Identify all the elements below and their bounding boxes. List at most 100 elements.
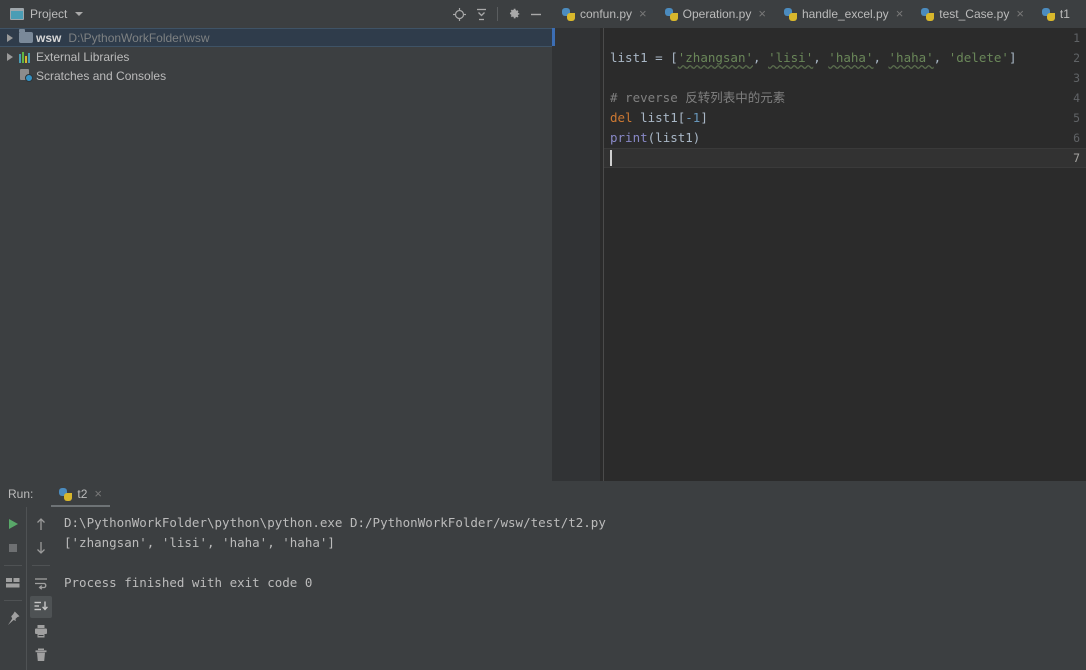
editor-tab-label: confun.py	[580, 7, 633, 21]
down-arrow-button[interactable]	[30, 537, 52, 559]
line-number: 3	[1073, 71, 1080, 85]
gear-icon[interactable]	[504, 4, 524, 24]
token-string: 'haha'	[828, 50, 874, 65]
tree-node-path: D:\PythonWorkFolder\wsw	[68, 30, 210, 45]
project-window-icon	[10, 8, 24, 20]
close-icon[interactable]: ×	[896, 7, 904, 20]
stop-button[interactable]	[2, 537, 24, 559]
project-tool-window: Project wsw D:\PythonWorkFolder\wsw Exte…	[0, 0, 552, 481]
chevron-down-icon[interactable]	[75, 12, 84, 16]
python-file-icon	[664, 7, 678, 21]
run-label: Run:	[8, 487, 34, 501]
toolbar-separator	[497, 7, 498, 21]
project-tree: wsw D:\PythonWorkFolder\wsw External Lib…	[0, 28, 552, 85]
close-icon[interactable]: ×	[758, 7, 766, 20]
token-string: 'zhangsan'	[677, 50, 754, 65]
run-tab-t2[interactable]: t2 ×	[51, 481, 110, 507]
token-comma: ,	[873, 50, 889, 65]
library-icon	[19, 51, 33, 63]
tree-node-external-libraries[interactable]: External Libraries	[0, 47, 552, 66]
text-caret	[610, 150, 612, 166]
close-icon[interactable]: ×	[1016, 7, 1024, 20]
token-bracket: ]	[700, 110, 708, 125]
tree-node-scratches-and-consoles[interactable]: Scratches and Consoles	[0, 66, 552, 85]
code-line-2: list1 = ['zhangsan', 'lisi', 'haha', 'ha…	[610, 48, 1016, 68]
token-string: 'lisi'	[768, 50, 814, 65]
pycharm-window: Project wsw D:\PythonWorkFolder\wsw Exte…	[0, 0, 1086, 670]
token-number: -1	[685, 110, 701, 125]
code-line-5: del list1[-1]	[610, 108, 708, 128]
minimize-icon[interactable]	[526, 4, 546, 24]
console-line: D:\PythonWorkFolder\python\python.exe D:…	[64, 515, 606, 530]
expand-arrow-icon[interactable]	[4, 51, 16, 63]
token-arguments: (list1)	[647, 130, 701, 145]
console-line: ['zhangsan', 'lisi', 'haha', 'haha']	[64, 535, 335, 550]
token-keyword: del	[610, 110, 633, 125]
python-file-icon	[783, 7, 797, 21]
tree-node-label: Scratches and Consoles	[36, 68, 167, 83]
restore-layout-button[interactable]	[2, 572, 24, 594]
run-tab-label: t2	[77, 487, 88, 501]
editor-tab-label: test_Case.py	[939, 7, 1010, 21]
pin-tab-button[interactable]	[2, 607, 24, 629]
toolbar-separator	[32, 565, 50, 566]
tree-node-label: External Libraries	[36, 49, 130, 64]
python-file-icon	[1041, 7, 1055, 21]
code-editor[interactable]: 1 2 3 4 5 6 7 list1 = ['zhangsan', 'lisi…	[552, 28, 1086, 481]
up-arrow-button[interactable]	[30, 513, 52, 535]
console-line: Process finished with exit code 0	[64, 575, 313, 590]
close-icon[interactable]: ×	[639, 7, 647, 20]
project-pane-header: Project	[0, 0, 552, 28]
tree-node-wsw[interactable]: wsw D:\PythonWorkFolder\wsw	[0, 28, 552, 47]
scratches-icon	[19, 69, 33, 82]
expand-arrow-placeholder	[4, 70, 16, 82]
editor-tab-label: t1	[1059, 7, 1070, 21]
token-string: 'delete'	[948, 50, 1009, 65]
soft-wrap-button[interactable]	[30, 572, 52, 594]
editor-tab-handle-excel[interactable]: handle_excel.py ×	[774, 0, 911, 28]
editor-tab-test-case[interactable]: test_Case.py ×	[911, 0, 1032, 28]
python-file-icon	[921, 7, 935, 21]
run-toolbar-secondary	[27, 507, 55, 670]
editor-tab-bar: confun.py × Operation.py × handle_excel.…	[552, 0, 1086, 28]
current-line-highlight	[604, 148, 1086, 168]
editor-tab-confun[interactable]: confun.py ×	[552, 0, 655, 28]
expand-arrow-icon[interactable]	[4, 32, 16, 44]
editor-tab-operation[interactable]: Operation.py ×	[655, 0, 774, 28]
clear-all-button[interactable]	[30, 644, 52, 666]
rerun-button[interactable]	[2, 513, 24, 535]
locate-icon[interactable]	[449, 4, 469, 24]
token-comma: ,	[933, 50, 949, 65]
token-bracket: ]	[1008, 50, 1017, 65]
run-body: D:\PythonWorkFolder\python\python.exe D:…	[0, 507, 1086, 670]
token-variable: list1[	[632, 110, 686, 125]
toolbar-separator	[4, 565, 22, 566]
project-pane-actions	[449, 0, 546, 28]
token-comma: ,	[813, 50, 829, 65]
python-file-icon	[562, 7, 575, 21]
token-comment: # reverse 反转列表中的元素	[610, 90, 786, 105]
print-button[interactable]	[30, 620, 52, 642]
editor-area: confun.py × Operation.py × handle_excel.…	[552, 0, 1086, 481]
token-comma: ,	[753, 50, 769, 65]
editor-tab-label: Operation.py	[682, 7, 752, 21]
code-line-6: print(list1)	[610, 128, 700, 148]
line-number-gutter[interactable]	[552, 28, 600, 481]
project-title-button[interactable]: Project	[6, 5, 87, 23]
line-number: 6	[1073, 131, 1080, 145]
tree-node-label: wsw	[36, 30, 62, 45]
token-operator: = [	[647, 50, 678, 65]
editor-tab-t1[interactable]: t1	[1032, 0, 1078, 28]
line-number-active: 7	[1073, 151, 1080, 165]
collapse-all-icon[interactable]	[471, 4, 491, 24]
run-tool-window: Run: t2 × D:\PythonWorkFolder\python\pyt…	[0, 481, 1086, 670]
folder-icon	[19, 29, 33, 43]
console-output[interactable]: D:\PythonWorkFolder\python\python.exe D:…	[56, 507, 1086, 670]
close-icon[interactable]: ×	[94, 487, 102, 500]
run-toolbar-primary	[0, 507, 26, 670]
gutter-divider	[603, 28, 604, 481]
line-number: 2	[1073, 51, 1080, 65]
scroll-to-end-button[interactable]	[30, 596, 52, 618]
token-variable: list1	[610, 50, 648, 65]
